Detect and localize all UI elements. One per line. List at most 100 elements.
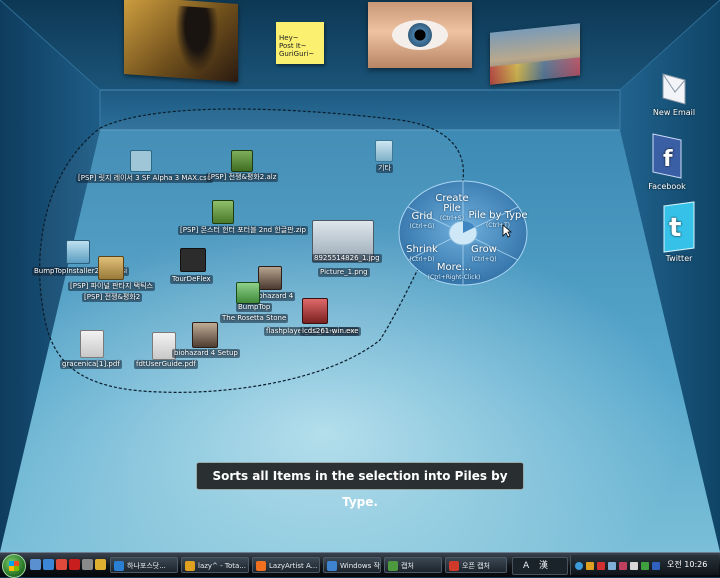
setup-icon: [192, 322, 218, 348]
label-rosetta: The Rosetta Stone: [220, 314, 289, 323]
firefox-icon: [256, 561, 266, 571]
clock[interactable]: 오전 10:26: [667, 555, 707, 575]
file-psp-zip[interactable]: [208, 200, 236, 224]
zip-archive-icon: [212, 200, 234, 224]
svg-text:f: f: [663, 147, 673, 172]
language-indicator[interactable]: A: [523, 558, 529, 574]
tray-volume-icon[interactable]: [630, 562, 638, 570]
quicklaunch-explorer-icon[interactable]: [95, 559, 106, 570]
label-psp-a: [PSP] 파이널 판타지 택틱스: [68, 282, 155, 291]
tray-app-icon[interactable]: [619, 562, 627, 570]
tooltip: Sorts all Items in the selection into Pi…: [196, 462, 524, 509]
file-lcds[interactable]: [300, 298, 328, 324]
envelope-icon: [662, 73, 686, 105]
browser-icon: [114, 561, 124, 571]
exe-installer-icon: [302, 298, 328, 324]
label-psp-zip: [PSP] 몬스터 헌터 포터블 2nd 한글판.zip: [178, 226, 308, 235]
wall-photo-eye[interactable]: [368, 2, 472, 68]
wall-photo-eye-iris: [408, 23, 432, 47]
facebook-widget[interactable]: f Facebook: [646, 130, 688, 196]
wall-photo-eye-white: [392, 20, 448, 50]
window-icon: [327, 561, 337, 571]
app-tourdeflex[interactable]: [178, 248, 206, 272]
label-fdtuserguide: fdtUserGuide.pdf: [134, 360, 198, 369]
label-8925: 8925514826_1.jpg: [312, 254, 382, 263]
pie-create-pile-label: Create Pile: [435, 193, 469, 214]
twitter-label: Twitter: [665, 254, 693, 263]
new-email-label: New Email: [652, 108, 696, 117]
label-gracenica: gracenica[1].pdf: [60, 360, 122, 369]
language-bar[interactable]: A 漢: [512, 557, 568, 575]
taskbar-button-3-label: Windows 작...: [340, 562, 380, 570]
open-capture-icon: [449, 561, 459, 571]
quicklaunch-media-icon[interactable]: [56, 559, 67, 570]
app-bio4setup[interactable]: [192, 322, 218, 348]
start-button[interactable]: [2, 554, 26, 578]
wall-photo-city[interactable]: [490, 23, 580, 85]
ime-indicator[interactable]: 漢: [539, 558, 548, 574]
taskbar-button-2[interactable]: LazyArtist A...: [252, 557, 320, 573]
file-stack-icon: [98, 256, 124, 280]
pie-pile-by-type-label: Pile by Type: [468, 210, 528, 221]
quicklaunch-acrobat-icon[interactable]: [69, 559, 80, 570]
capture-icon: [388, 561, 398, 571]
tray-update-icon[interactable]: [652, 562, 660, 570]
mouse-cursor-icon: [502, 224, 512, 238]
taskbar-button-5[interactable]: 오픈 캡처: [445, 557, 507, 573]
archive-icon: [231, 150, 253, 172]
taskbar-button-4-label: 캡처: [401, 562, 414, 570]
twitter-icon: t: [663, 201, 695, 253]
pie-grid[interactable]: Grid (Ctrl+G): [402, 212, 442, 232]
iso-file-icon: [130, 150, 152, 172]
label-bumptop: BumpTop: [236, 303, 273, 312]
tray-antivirus-icon[interactable]: [597, 562, 605, 570]
pie-grid-label: Grid: [411, 211, 433, 222]
label-psp-alz: [PSP] 전쟁&평화2.alz: [206, 173, 279, 182]
taskbar-button-5-label: 오픈 캡처: [462, 562, 490, 570]
game-icon: [258, 266, 282, 290]
pie-grow-label: Grow: [471, 244, 497, 255]
pie-pile-by-type[interactable]: Pile by Type (Ctrl+T): [468, 211, 528, 231]
wall-photo-rigin-figure: [176, 5, 218, 73]
tray-security-icon[interactable]: [586, 562, 594, 570]
quicklaunch-desktop-icon[interactable]: [30, 559, 41, 570]
installer-icon: [66, 240, 90, 264]
label-bio4setup: biohazard 4 Setup: [172, 349, 240, 358]
taskbar-button-3[interactable]: Windows 작...: [323, 557, 381, 573]
file-psp-alz[interactable]: [228, 150, 254, 172]
flex-app-icon: [180, 248, 206, 272]
pie-more-label: More...: [436, 262, 472, 273]
pie-grid-shortcut: (Ctrl+G): [409, 223, 435, 230]
pie-pile-by-type-shortcut: (Ctrl+T): [485, 222, 511, 229]
pdf-file-icon: [80, 330, 104, 358]
postit-note[interactable]: Hey~ Post It~ GuriGuri~: [276, 22, 324, 64]
app-bumptop[interactable]: [236, 282, 260, 304]
pie-more-shortcut: (Ctrl+Right-Click): [427, 274, 481, 281]
svg-text:t: t: [669, 213, 681, 243]
app-biohazard4[interactable]: [258, 266, 282, 290]
tray-messenger-icon[interactable]: [641, 562, 649, 570]
file-bumptop-msi[interactable]: [62, 240, 92, 264]
new-email-widget[interactable]: New Email: [652, 70, 696, 126]
taskbar-button-4[interactable]: 캡처: [384, 557, 442, 573]
pie-more[interactable]: More... (Ctrl+Right-Click): [422, 263, 486, 283]
file-gracenica[interactable]: [78, 330, 104, 358]
file-psp-b-stack[interactable]: [98, 256, 124, 280]
tray-help-icon[interactable]: [575, 562, 583, 570]
taskbar-button-0-label: 하나포스닷...: [127, 562, 166, 570]
quicklaunch-app-icon[interactable]: [82, 559, 93, 570]
file-misc-top[interactable]: [372, 140, 396, 162]
recycle-bin-icon: [375, 140, 393, 162]
file-psp-cso[interactable]: [124, 150, 154, 172]
tray-network-icon[interactable]: [608, 562, 616, 570]
taskbar-button-2-label: LazyArtist A...: [269, 562, 318, 570]
quicklaunch-ie-icon[interactable]: [43, 559, 54, 570]
pie-menu: Create Pile (Ctrl+S) Grid (Ctrl+G) Pile …: [398, 180, 528, 286]
label-picture1: Picture_1.png: [318, 268, 370, 277]
label-misc-top: 기타: [376, 164, 393, 173]
twitter-widget[interactable]: t Twitter: [656, 200, 702, 270]
taskbar-button-1[interactable]: lazy^ - Tota...: [181, 557, 249, 573]
wall-photo-rigin[interactable]: [124, 0, 238, 82]
taskbar-button-0[interactable]: 하나포스닷...: [110, 557, 178, 573]
taskbar: 하나포스닷... lazy^ - Tota... LazyArtist A...…: [0, 552, 720, 578]
